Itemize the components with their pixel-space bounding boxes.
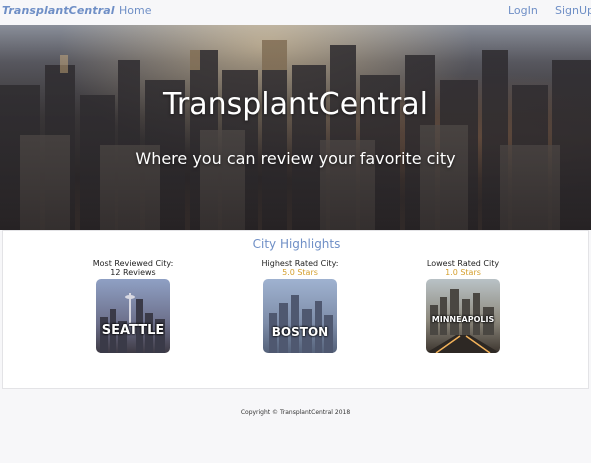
card-value: 1.0 Stars [445, 268, 481, 277]
card-value: 12 Reviews [110, 268, 156, 277]
nav-signup-link[interactable]: SignUp [555, 4, 591, 17]
hero-subtitle: Where you can review your favorite city [135, 149, 456, 168]
highest-rated-card: Highest Rated City: 5.0 Stars BOSTON [240, 259, 360, 353]
lowest-rated-card: Lowest Rated City 1.0 Stars MINNEAPOLIS [403, 259, 523, 353]
nav-home-link[interactable]: Home [119, 4, 151, 17]
most-reviewed-card: Most Reviewed City: 12 Reviews SEATTLE [73, 259, 193, 353]
city-name-label: BOSTON [271, 325, 329, 339]
footer-copyright: Copyright © TransplantCentral 2018 [240, 409, 351, 416]
seattle-city-image[interactable]: SEATTLE [96, 279, 170, 353]
navbar: TransplantCentral Home LogIn SignUp [0, 0, 591, 25]
city-name-label: SEATTLE [101, 323, 165, 338]
nav-login-link[interactable]: LogIn [508, 4, 538, 17]
hero-banner: TransplantCentral Where you can review y… [0, 25, 591, 230]
minneapolis-city-image[interactable]: MINNEAPOLIS [426, 279, 500, 353]
card-value: 5.0 Stars [282, 268, 318, 277]
boston-city-image[interactable]: BOSTON [263, 279, 337, 353]
card-label: Most Reviewed City: [92, 259, 174, 268]
hero-city-skyline-image [0, 25, 591, 230]
card-label: Highest Rated City: [261, 259, 339, 268]
card-label: Lowest Rated City [426, 259, 500, 268]
brand-logo[interactable]: TransplantCentral [2, 4, 115, 17]
highlights-title: City Highlights [252, 237, 341, 251]
hero-title: TransplantCentral [162, 87, 429, 122]
city-name-label: MINNEAPOLIS [431, 315, 495, 324]
city-highlights-panel: City Highlights Most Reviewed City: 12 R… [2, 230, 589, 389]
